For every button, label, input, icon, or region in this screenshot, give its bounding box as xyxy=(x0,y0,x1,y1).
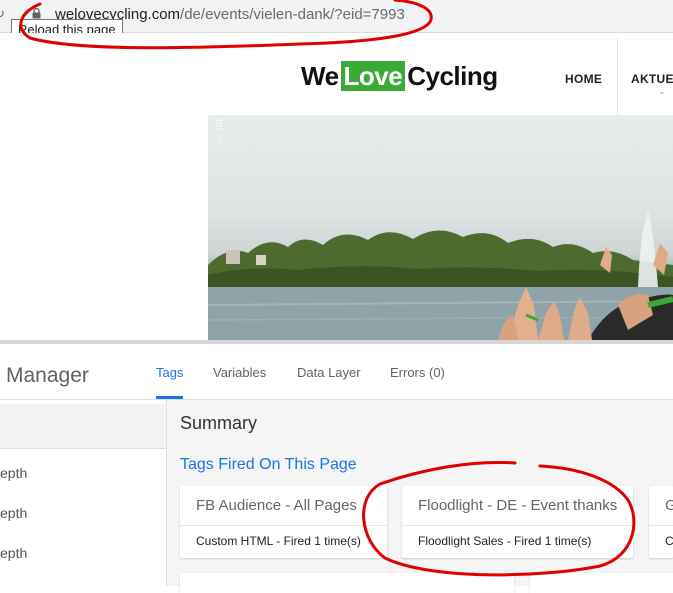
reload-icon[interactable]: ↻ xyxy=(0,7,8,21)
nav-divider xyxy=(617,37,618,115)
logo-text-cycling: Cycling xyxy=(407,60,498,91)
tag-card-status: Floodlight Sales - Fired 1 time(s) xyxy=(418,534,592,548)
sidebar-item[interactable]: epth xyxy=(0,465,27,481)
tags-fired-heading: Tags Fired On This Page xyxy=(180,456,357,473)
sidebar-item-selected[interactable] xyxy=(0,404,166,448)
logo-text-love: Love xyxy=(340,61,406,91)
tag-card-divider xyxy=(649,525,673,526)
sidebar-item[interactable]: epth xyxy=(0,505,27,521)
logo-text-we: We xyxy=(301,60,339,91)
tab-errors[interactable]: Errors (0) xyxy=(390,365,445,380)
tag-card-status: C xyxy=(665,534,673,548)
summary-title: Summary xyxy=(180,413,258,433)
tag-card[interactable]: G C xyxy=(649,486,673,558)
hero-copyright: © lar xyxy=(213,118,225,146)
tag-card[interactable]: Floodlight - DE - Event thanks Floodligh… xyxy=(402,486,633,558)
tag-card-name: FB Audience - All Pages xyxy=(196,497,357,514)
hero-image xyxy=(208,115,673,340)
tag-card-divider xyxy=(180,525,387,526)
tag-card-name: Floodlight - DE - Event thanks xyxy=(418,497,618,514)
nav-item-home[interactable]: HOME xyxy=(565,72,602,86)
tab-tags[interactable]: Tags xyxy=(156,365,183,380)
sidebar-item[interactable]: epth xyxy=(0,545,27,561)
tag-card-name: G xyxy=(665,497,673,514)
hero-scene xyxy=(208,210,673,340)
page-title: Manager xyxy=(6,364,89,387)
url-path: /de/events/vielen-dank/?eid=7993 xyxy=(180,6,405,23)
tag-card-status: Custom HTML - Fired 1 time(s) xyxy=(196,534,361,548)
lock-icon xyxy=(32,8,41,19)
site-logo[interactable]: We Love Cycling xyxy=(301,61,498,91)
chevron-down-icon: ⌄ xyxy=(658,86,666,96)
tab-variables[interactable]: Variables xyxy=(213,365,266,380)
tag-card[interactable] xyxy=(180,573,514,593)
tag-card[interactable]: FB Audience - All Pages Custom HTML - Fi… xyxy=(180,486,387,558)
tag-card-divider xyxy=(402,525,633,526)
nav-item-aktuel[interactable]: AKTUEL xyxy=(631,72,673,86)
sidebar-separator xyxy=(0,448,166,449)
tab-data-layer[interactable]: Data Layer xyxy=(297,365,361,380)
tag-card[interactable] xyxy=(530,573,673,593)
